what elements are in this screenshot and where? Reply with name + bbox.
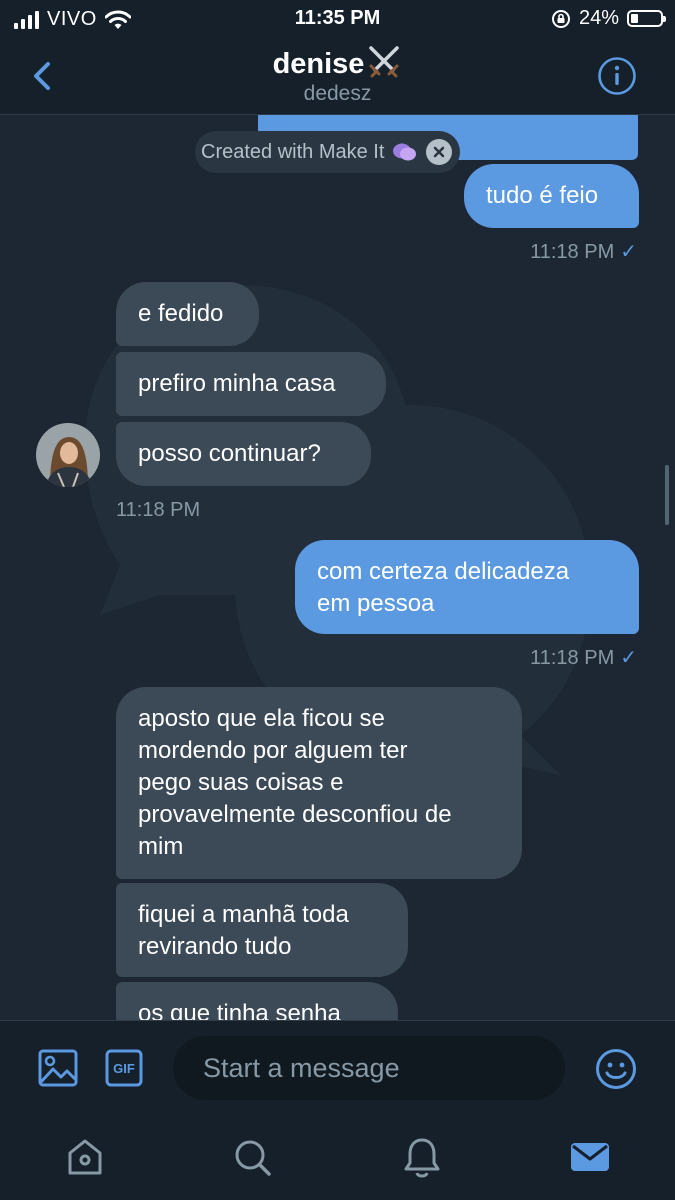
battery-icon [627, 10, 666, 27]
timestamp-text: 11:18 PM [116, 499, 201, 521]
conversation-header: denise dedesz [0, 38, 675, 115]
message-text: tudo é feio [486, 182, 599, 209]
outgoing-message[interactable]: com certeza delicadeza em pessoa [295, 540, 639, 634]
status-right: 24% [551, 7, 666, 30]
search-icon[interactable] [232, 1135, 272, 1179]
contact-avatar[interactable] [36, 423, 100, 487]
watermark-close-icon[interactable] [426, 139, 453, 165]
message-text: e fedido [138, 300, 224, 327]
gif-icon[interactable]: GIF [105, 1049, 143, 1087]
compose-bar: GIF Start a message [0, 1020, 675, 1116]
message-line: mim [138, 833, 184, 860]
contact-handle: dedesz [303, 82, 372, 105]
status-bar: VIVO 11:35 PM 24% [0, 0, 675, 38]
info-icon[interactable] [597, 56, 637, 96]
scrollbar[interactable] [665, 465, 669, 525]
incoming-message[interactable]: posso continuar? [116, 422, 371, 486]
battery-percent: 24% [578, 7, 619, 29]
bottom-tab-bar [0, 1115, 675, 1200]
message-timestamp: 11:18 PM [116, 499, 200, 522]
message-line: provavelmente desconfiou de [138, 801, 452, 828]
outgoing-message[interactable]: tudo é feio [464, 164, 639, 228]
timestamp-text: 11:18 PM [530, 647, 615, 669]
emoji-icon[interactable] [595, 1048, 637, 1090]
message-timestamp: 11:18 PM ✓ [530, 239, 637, 264]
conversation-title[interactable]: denise [0, 44, 675, 81]
message-line: mordendo por alguem ter [138, 737, 408, 764]
message-input[interactable]: Start a message [173, 1036, 565, 1100]
avatar-image [36, 423, 100, 487]
message-line: aposto que ela ficou se [138, 705, 385, 732]
rotation-lock-icon [551, 9, 570, 28]
incoming-message[interactable]: aposto que ela ficou se mordendo por alg… [116, 687, 522, 879]
crossed-swords-icon [369, 46, 400, 78]
image-icon[interactable] [38, 1049, 78, 1087]
message-list[interactable]: nenhum Created with Make It tudo é feio … [0, 115, 675, 1020]
notifications-bell-icon[interactable] [402, 1135, 442, 1179]
message-line: fiquei a manhã toda [138, 901, 349, 928]
message-line: pego suas coisas e [138, 769, 344, 796]
watermark-text: Created with Make It [201, 140, 385, 163]
message-input-placeholder: Start a message [203, 1053, 400, 1083]
message-text: posso continuar? [138, 440, 321, 467]
messages-envelope-icon[interactable] [570, 1135, 610, 1179]
sent-check-icon: ✓ [620, 241, 637, 263]
incoming-message[interactable]: e fedido [116, 282, 259, 346]
message-text: os que tinha senha [138, 1000, 341, 1020]
message-timestamp: 11:18 PM ✓ [530, 645, 637, 670]
make-it-watermark[interactable]: Created with Make It [195, 131, 461, 173]
contact-name: denise [272, 48, 365, 80]
message-text: prefiro minha casa [138, 370, 336, 397]
home-icon[interactable] [65, 1135, 105, 1179]
gif-label: GIF [113, 1061, 135, 1076]
message-line: em pessoa [317, 590, 435, 617]
incoming-message[interactable]: prefiro minha casa [116, 352, 386, 416]
incoming-message-partial[interactable]: os que tinha senha [116, 982, 398, 1020]
message-line: revirando tudo [138, 933, 292, 960]
incoming-message[interactable]: fiquei a manhã toda revirando tudo [116, 883, 408, 977]
chat-bubbles-emoji-icon [393, 143, 417, 161]
sent-check-icon: ✓ [620, 647, 637, 669]
timestamp-text: 11:18 PM [530, 241, 615, 263]
message-line: com certeza delicadeza [317, 558, 570, 585]
